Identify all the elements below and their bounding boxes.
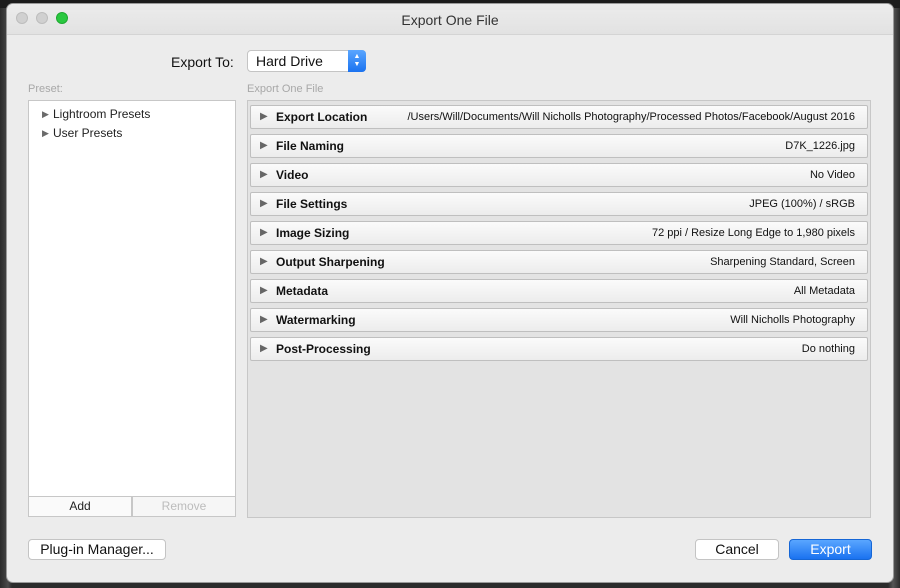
section-output-sharpening[interactable]: ▶ Output Sharpening Sharpening Standard,… — [250, 250, 868, 274]
section-file-settings[interactable]: ▶ File Settings JPEG (100%) / sRGB — [250, 192, 868, 216]
preset-list[interactable]: ▶ Lightroom Presets ▶ User Presets — [28, 100, 236, 497]
export-sections-label: Export One File — [247, 83, 324, 95]
preset-button-bar: Add Remove — [28, 496, 236, 517]
disclosure-triangle-icon: ▶ — [260, 227, 268, 238]
section-summary: JPEG (100%) / sRGB — [749, 198, 855, 210]
preset-item-lightroom-presets[interactable]: ▶ Lightroom Presets — [42, 107, 150, 121]
disclosure-triangle-icon[interactable]: ▶ — [42, 109, 53, 120]
disclosure-triangle-icon: ▶ — [260, 198, 268, 209]
disclosure-triangle-icon: ▶ — [260, 256, 268, 267]
window-title: Export One File — [401, 12, 499, 28]
section-export-location[interactable]: ▶ Export Location /Users/Will/Documents/… — [250, 105, 868, 129]
section-image-sizing[interactable]: ▶ Image Sizing 72 ppi / Resize Long Edge… — [250, 221, 868, 245]
section-name: Metadata — [276, 284, 329, 298]
preset-item-label: Lightroom Presets — [53, 107, 151, 121]
export-sections-panel: ▶ Export Location /Users/Will/Documents/… — [247, 100, 871, 518]
section-name: File Settings — [276, 197, 348, 211]
section-name: File Naming — [276, 139, 345, 153]
remove-preset-button[interactable]: Remove — [132, 496, 236, 517]
section-name: Post-Processing — [276, 342, 371, 356]
export-to-select[interactable]: Hard Drive ▲ ▼ — [247, 50, 366, 72]
disclosure-triangle-icon: ▶ — [260, 285, 268, 296]
section-name: Image Sizing — [276, 226, 350, 240]
export-to-value: Hard Drive — [256, 53, 323, 69]
section-summary: /Users/Will/Documents/Will Nicholls Phot… — [407, 111, 855, 123]
section-name: Watermarking — [276, 313, 356, 327]
disclosure-triangle-icon: ▶ — [260, 343, 268, 354]
section-metadata[interactable]: ▶ Metadata All Metadata — [250, 279, 868, 303]
disclosure-triangle-icon[interactable]: ▶ — [42, 128, 53, 139]
select-stepper-icon: ▲ ▼ — [348, 50, 366, 72]
disclosure-triangle-icon: ▶ — [260, 169, 268, 180]
section-video[interactable]: ▶ Video No Video — [250, 163, 868, 187]
disclosure-triangle-icon: ▶ — [260, 314, 268, 325]
section-summary: No Video — [809, 169, 855, 181]
section-watermarking[interactable]: ▶ Watermarking Will Nicholls Photography — [250, 308, 868, 332]
disclosure-triangle-icon: ▶ — [260, 140, 268, 151]
section-summary: All Metadata — [793, 285, 855, 297]
section-summary: D7K_1226.jpg — [785, 140, 855, 152]
section-file-naming[interactable]: ▶ File Naming D7K_1226.jpg — [250, 134, 868, 158]
preset-item-user-presets[interactable]: ▶ User Presets — [42, 126, 122, 140]
section-summary: Will Nicholls Photography — [730, 314, 855, 326]
preset-label: Preset: — [28, 83, 63, 95]
export-button[interactable]: Export — [789, 539, 872, 560]
section-name: Export Location — [276, 110, 368, 124]
section-summary: Sharpening Standard, Screen — [710, 256, 855, 268]
plugin-manager-button[interactable]: Plug-in Manager... — [28, 539, 166, 560]
section-summary: 72 ppi / Resize Long Edge to 1,980 pixel… — [651, 227, 855, 239]
add-preset-button[interactable]: Add — [28, 496, 132, 517]
section-summary: Do nothing — [801, 343, 855, 355]
cancel-button[interactable]: Cancel — [695, 539, 779, 560]
section-name: Output Sharpening — [276, 255, 385, 269]
preset-item-label: User Presets — [53, 126, 123, 140]
title-bar: Export One File — [7, 4, 893, 35]
export-dialog: Export One File Export To: Hard Drive ▲ ▼… — [7, 4, 893, 582]
section-post-processing[interactable]: ▶ Post-Processing Do nothing — [250, 337, 868, 361]
disclosure-triangle-icon: ▶ — [260, 111, 268, 122]
export-to-label: Export To: — [171, 54, 234, 70]
section-name: Video — [276, 168, 309, 182]
